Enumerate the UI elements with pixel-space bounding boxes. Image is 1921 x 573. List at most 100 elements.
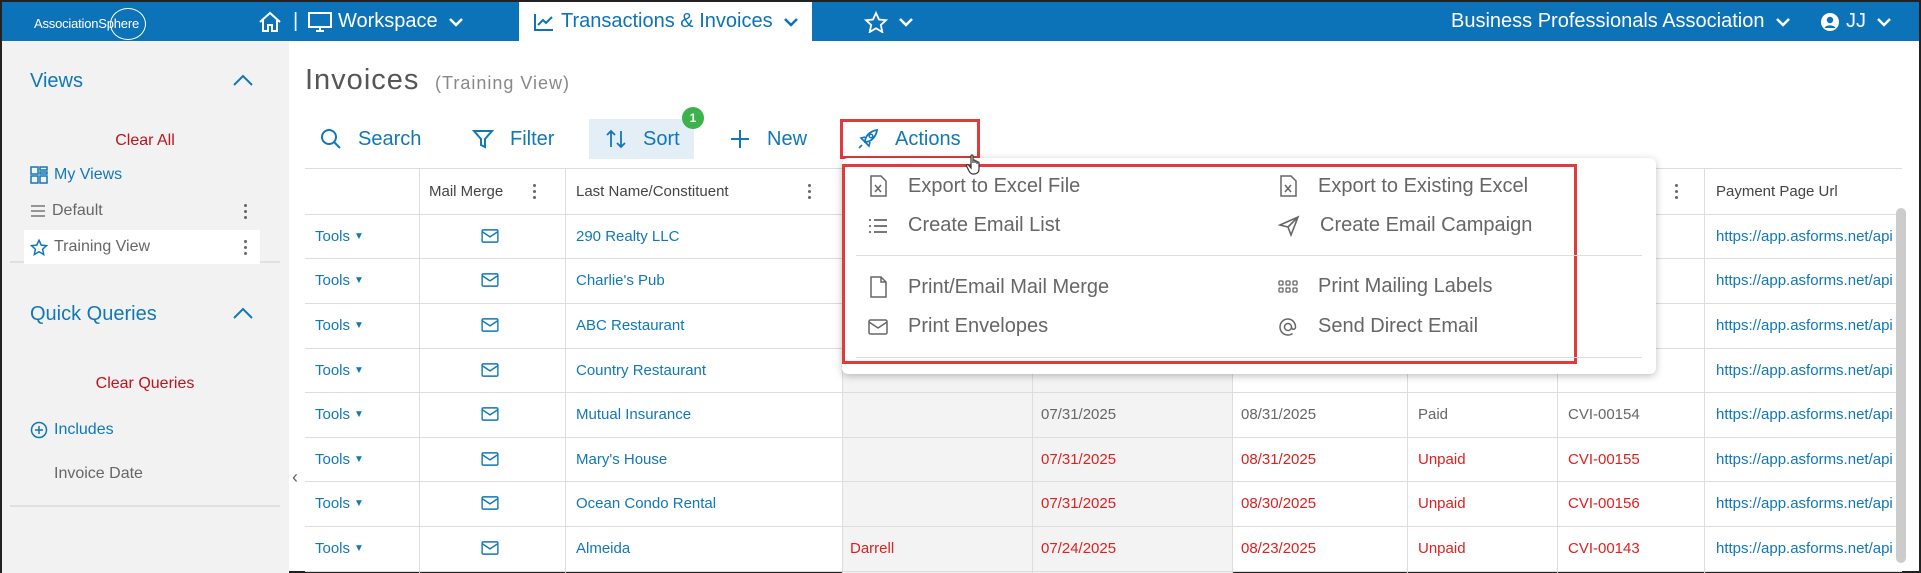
quick-queries-heading[interactable]: Quick Queries <box>30 303 157 326</box>
chevron-down-icon <box>783 17 798 27</box>
sort-icon <box>606 129 626 149</box>
tools-menu[interactable]: Tools ▼ <box>315 303 364 347</box>
organization-menu[interactable]: Business Professionals Association <box>1451 2 1791 41</box>
mail-merge-button[interactable] <box>481 481 499 525</box>
hamburger-icon <box>31 205 45 217</box>
menu-send-direct-email[interactable]: Send Direct Email <box>1278 315 1478 338</box>
vertical-scrollbar[interactable] <box>1896 208 1906 563</box>
menu-print-mailing-labels[interactable]: Print Mailing Labels <box>1278 275 1493 298</box>
plus-circle-icon <box>30 421 48 439</box>
workspace-menu[interactable]: Workspace <box>308 2 464 41</box>
clear-all-link[interactable]: Clear All <box>10 132 280 150</box>
tools-menu[interactable]: Tools ▼ <box>315 348 364 392</box>
chevron-up-icon[interactable] <box>232 72 254 88</box>
mail-merge-button[interactable] <box>481 348 499 392</box>
collapse-sidebar-icon[interactable]: ‹ <box>292 467 298 488</box>
envelope-icon <box>481 452 499 466</box>
paper-plane-icon <box>1278 214 1300 237</box>
menu-export-existing-excel[interactable]: Export to Existing Excel <box>1278 174 1528 198</box>
tools-menu[interactable]: Tools ▼ <box>315 526 364 570</box>
due-date-cell: 08/30/2025 <box>1241 494 1317 512</box>
menu-create-email-campaign[interactable]: Create Email Campaign <box>1278 214 1532 237</box>
labels-grid-icon <box>1278 279 1298 293</box>
menu-export-excel[interactable]: Export to Excel File <box>868 174 1080 198</box>
tools-menu[interactable]: Tools ▼ <box>315 214 364 258</box>
invoice-number-cell: CVI-00156 <box>1568 494 1640 512</box>
tools-menu[interactable]: Tools ▼ <box>315 437 364 481</box>
constituent-link[interactable]: ABC Restaurant <box>576 303 684 347</box>
envelope-icon <box>481 318 499 332</box>
sort-count-badge: 1 <box>682 107 704 129</box>
invoice-number-cell: CVI-00155 <box>1568 450 1640 468</box>
transactions-menu[interactable]: Transactions & Invoices <box>519 2 812 41</box>
header-payment-url[interactable]: Payment Page Url <box>1716 169 1838 214</box>
mail-merge-button[interactable] <box>481 526 499 570</box>
new-button[interactable]: New <box>729 119 807 159</box>
constituent-link[interactable]: Ocean Condo Rental <box>576 481 716 525</box>
excel-file-icon <box>870 175 887 197</box>
last-name-column-menu-icon[interactable] <box>808 184 812 202</box>
sort-button[interactable]: Sort <box>589 119 694 159</box>
payment-url-link[interactable]: https://app.asforms.net/api <box>1716 303 1896 347</box>
constituent-link[interactable]: Almeida <box>576 526 630 570</box>
payment-url-link[interactable]: https://app.asforms.net/api <box>1716 437 1896 481</box>
chevron-up-icon[interactable] <box>232 305 254 321</box>
excel-file-icon <box>1280 175 1297 197</box>
training-more-icon[interactable] <box>244 240 248 258</box>
query-invoice-date[interactable]: Invoice Date <box>54 465 143 483</box>
default-more-icon[interactable] <box>244 204 248 222</box>
envelope-icon <box>481 363 499 377</box>
plus-icon <box>731 130 749 148</box>
view-item-default[interactable]: Default <box>30 202 103 220</box>
user-avatar-icon <box>1821 12 1839 31</box>
tools-menu[interactable]: Tools ▼ <box>315 258 364 302</box>
includes-link[interactable]: Includes <box>30 421 114 439</box>
rocket-icon <box>858 128 879 149</box>
payment-url-link[interactable]: https://app.asforms.net/api <box>1716 214 1896 258</box>
envelope-icon <box>481 229 499 243</box>
mail-merge-column-menu-icon[interactable] <box>533 184 537 202</box>
invoice-date-cell: 07/24/2025 <box>1041 539 1117 557</box>
payment-url-link[interactable]: https://app.asforms.net/api <box>1716 392 1896 436</box>
menu-print-envelopes[interactable]: Print Envelopes <box>868 315 1048 338</box>
constituent-link[interactable]: 290 Realty LLC <box>576 214 679 258</box>
payment-url-link[interactable]: https://app.asforms.net/api <box>1716 481 1896 525</box>
mail-merge-button[interactable] <box>481 258 499 302</box>
tools-menu[interactable]: Tools ▼ <box>315 392 364 436</box>
payment-url-link[interactable]: https://app.asforms.net/api <box>1716 526 1896 570</box>
brand-logo[interactable]: AssociationSphere <box>32 8 152 40</box>
mail-merge-button[interactable] <box>481 214 499 258</box>
header-mail-merge[interactable]: Mail Merge <box>429 169 503 214</box>
view-item-training[interactable]: Training View <box>30 238 150 256</box>
home-button[interactable] <box>258 2 282 41</box>
chevron-down-icon <box>1877 17 1891 27</box>
menu-print-mail-merge[interactable]: Print/Email Mail Merge <box>868 275 1109 299</box>
envelope-icon <box>868 318 888 335</box>
constituent-link[interactable]: Mutual Insurance <box>576 392 691 436</box>
actions-button[interactable]: Actions <box>840 119 980 159</box>
header-last-name[interactable]: Last Name/Constituent <box>576 169 729 214</box>
payment-url-link[interactable]: https://app.asforms.net/api <box>1716 348 1896 392</box>
filter-button[interactable]: Filter <box>472 119 554 159</box>
chart-line-icon <box>534 13 553 31</box>
views-heading[interactable]: Views <box>30 70 83 93</box>
favorites-menu[interactable] <box>864 2 914 41</box>
constituent-link[interactable]: Mary's House <box>576 437 667 481</box>
menu-create-email-list[interactable]: Create Email List <box>868 214 1060 237</box>
invoice-number-cell: CVI-00154 <box>1568 405 1640 423</box>
mail-merge-button[interactable] <box>481 303 499 347</box>
constituent-link[interactable]: Charlie's Pub <box>576 258 665 302</box>
payment-url-link[interactable]: https://app.asforms.net/api <box>1716 258 1896 302</box>
column-menu-icon[interactable] <box>1675 184 1679 202</box>
status-cell: Unpaid <box>1418 539 1466 557</box>
tools-menu[interactable]: Tools ▼ <box>315 481 364 525</box>
mail-merge-button[interactable] <box>481 437 499 481</box>
search-button[interactable]: Search <box>320 119 421 159</box>
constituent-link[interactable]: Country Restaurant <box>576 348 706 392</box>
menu-divider <box>856 255 1642 256</box>
menu-divider <box>856 357 1642 358</box>
clear-queries-link[interactable]: Clear Queries <box>10 375 280 393</box>
mail-merge-button[interactable] <box>481 392 499 436</box>
my-views-link[interactable]: My Views <box>30 166 122 184</box>
user-menu[interactable]: JJ <box>1820 2 1892 41</box>
